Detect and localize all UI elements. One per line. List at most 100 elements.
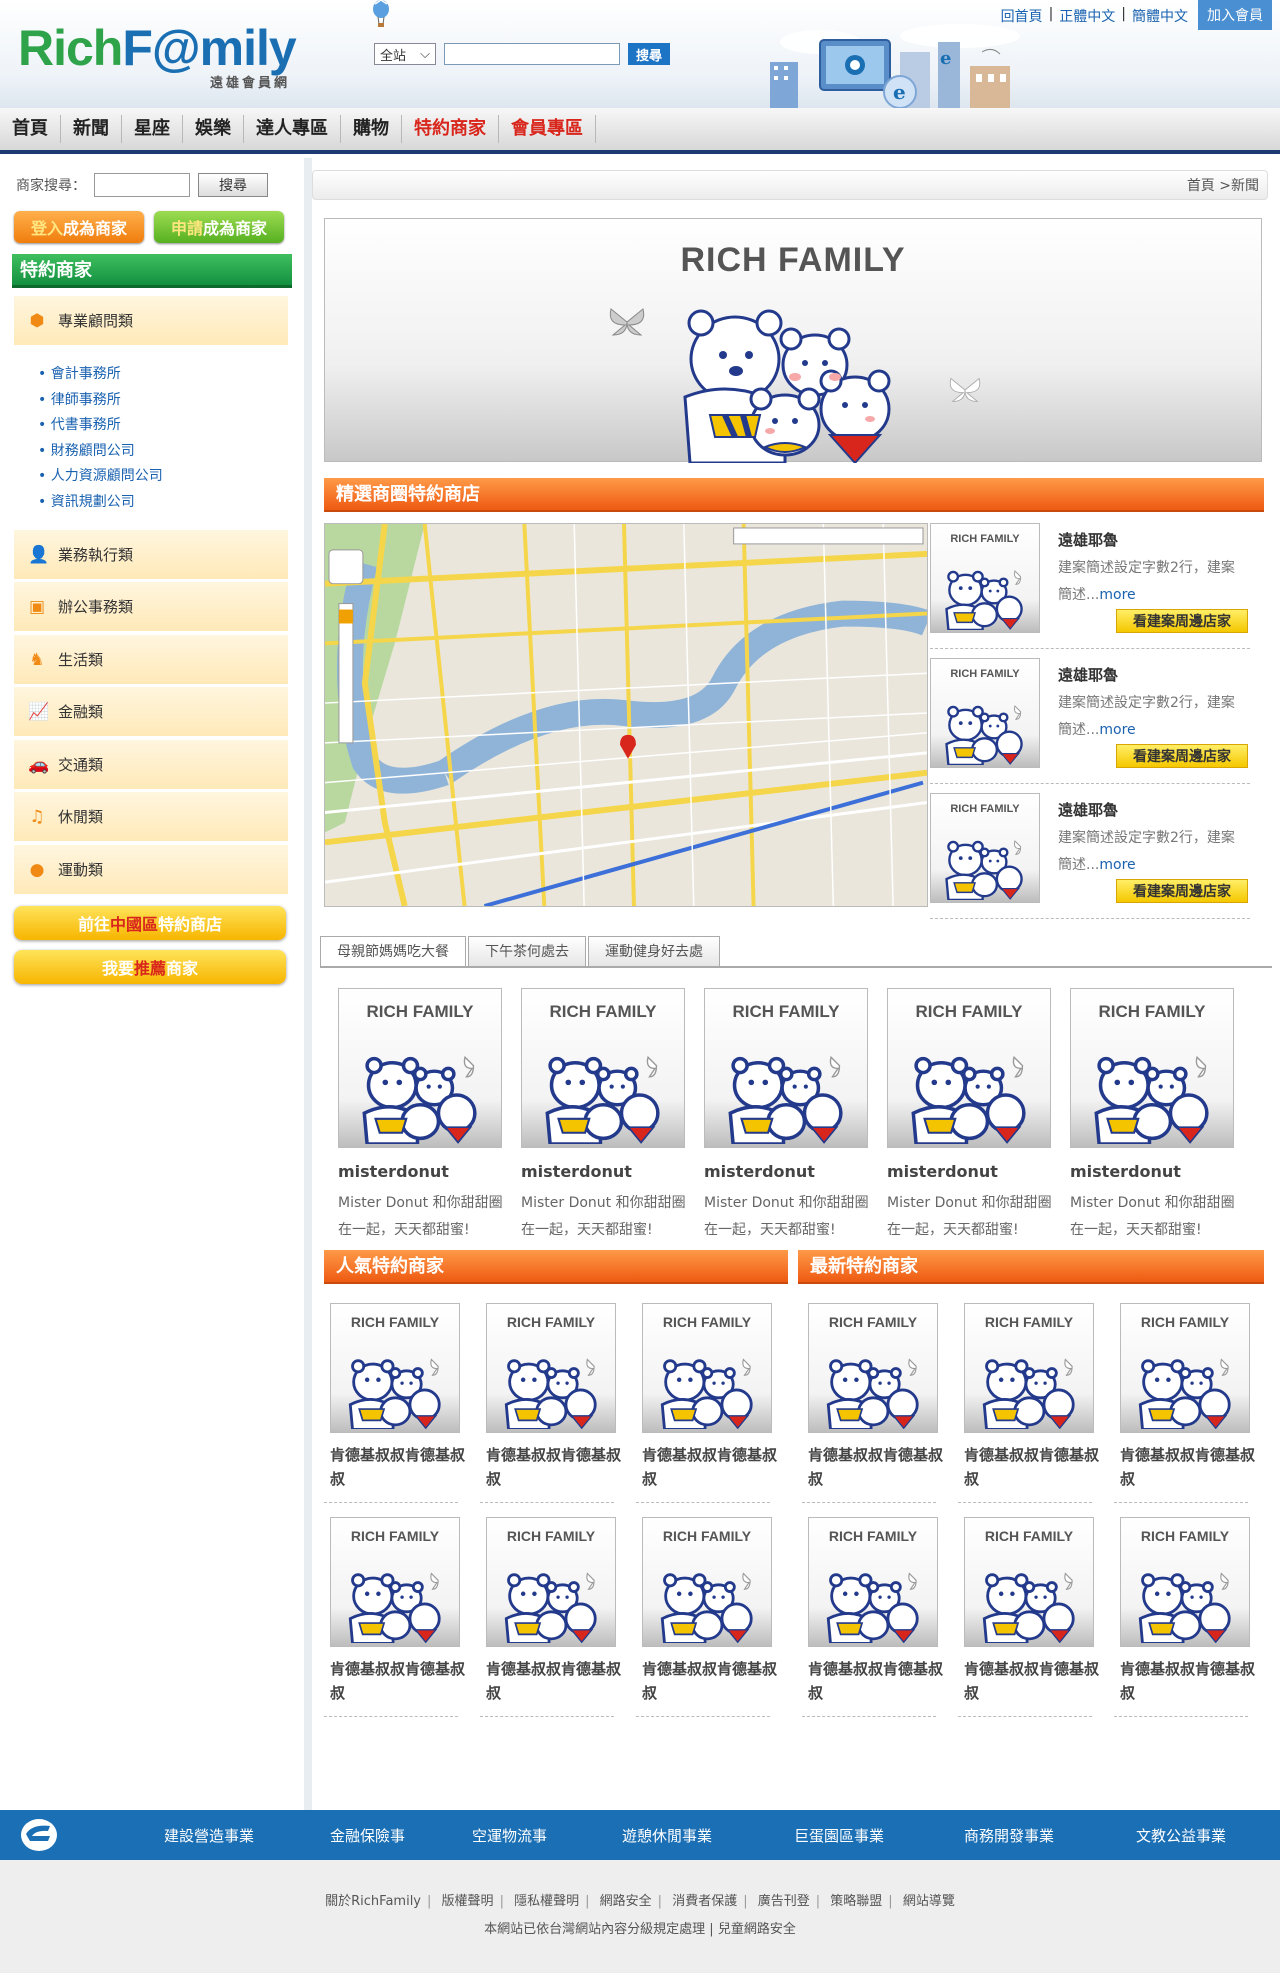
home-link[interactable]: 回首頁 [1001,6,1043,26]
nav-item-shopping[interactable]: 購物 [341,115,402,143]
apply-merchant-button[interactable]: 申請 成為商家 [154,211,284,243]
item-name[interactable]: 肯德基叔叔肯德基叔叔 [642,1657,778,1705]
nav-item-horoscope[interactable]: 星座 [122,115,183,143]
item-name[interactable]: 肯德基叔叔肯德基叔叔 [1120,1657,1256,1705]
item-thumbnail[interactable]: RICH FAMILY [1120,1303,1250,1433]
product-name[interactable]: misterdonut [1070,1162,1181,1181]
category-consulting[interactable]: ⬢ 專業顧問類 [14,296,288,346]
product-thumbnail[interactable]: RICH FAMILY [521,988,685,1148]
china-stores-button[interactable]: 前往 中國區 特約商店 [14,906,286,940]
popular-item[interactable]: RICH FAMILY 肯德基叔叔肯德基叔叔 [324,1517,465,1717]
product-name[interactable]: misterdonut [338,1162,449,1181]
category-transport[interactable]: 🚗 交通類 [14,740,288,790]
store-thumbnail[interactable]: RICH FAMILY [930,658,1040,768]
nav-item-member-area[interactable]: 會員專區 [499,115,596,143]
item-thumbnail[interactable]: RICH FAMILY [964,1517,1094,1647]
top-search-button[interactable]: 搜尋 [628,43,671,65]
item-name[interactable]: 肯德基叔叔肯德基叔叔 [486,1443,622,1491]
store-thumbnail[interactable]: RICH FAMILY [930,523,1040,633]
category-sports[interactable]: ● 運動類 [14,845,288,895]
sub-item-hr-consult[interactable]: 人力資源顧問公司 [38,464,288,490]
popular-item[interactable]: RICH FAMILY 肯德基叔叔肯德基叔叔 [324,1303,465,1503]
footer-cat-logistics[interactable]: 空運物流事 [472,1825,547,1846]
item-name[interactable]: 肯德基叔叔肯德基叔叔 [486,1657,622,1705]
tab-fitness[interactable]: 運動健身好去處 [588,936,720,966]
newest-item[interactable]: RICH FAMILY 肯德基叔叔肯德基叔叔 [1114,1303,1255,1503]
footer-link-security[interactable]: 網路安全 [600,1894,652,1909]
newest-item[interactable]: RICH FAMILY 肯德基叔叔肯德基叔叔 [958,1303,1099,1503]
newest-item[interactable]: RICH FAMILY 肯德基叔叔肯德基叔叔 [1114,1517,1255,1717]
sub-item-law[interactable]: 律師事務所 [38,388,288,414]
category-office[interactable]: ▣ 辦公事務類 [14,582,288,632]
item-name[interactable]: 肯德基叔叔肯德基叔叔 [642,1443,778,1491]
store-thumbnail[interactable]: RICH FAMILY [930,793,1040,903]
store-name[interactable]: 遠雄耶魯 [1058,529,1118,550]
item-name[interactable]: 肯德基叔叔肯德基叔叔 [808,1443,944,1491]
simplified-chinese-link[interactable]: 簡體中文 [1132,6,1188,26]
login-merchant-button[interactable]: 登入 成為商家 [14,211,144,243]
newest-item[interactable]: RICH FAMILY 肯德基叔叔肯德基叔叔 [802,1303,943,1503]
footer-link-ads[interactable]: 廣告刊登 [758,1894,810,1909]
store-name[interactable]: 遠雄耶魯 [1058,664,1118,685]
item-name[interactable]: 肯德基叔叔肯德基叔叔 [808,1657,944,1705]
join-member-button[interactable]: 加入會員 [1198,0,1272,30]
product-thumbnail[interactable]: RICH FAMILY [338,988,502,1148]
item-thumbnail[interactable]: RICH FAMILY [808,1517,938,1647]
item-thumbnail[interactable]: RICH FAMILY [486,1517,616,1647]
top-search-input[interactable] [444,43,620,65]
view-nearby-stores-button[interactable]: 看建案周邊店家 [1116,609,1248,633]
newest-item[interactable]: RICH FAMILY 肯德基叔叔肯德基叔叔 [802,1517,943,1717]
footer-link-consumer[interactable]: 消費者保護 [672,1894,737,1909]
item-thumbnail[interactable]: RICH FAMILY [964,1303,1094,1433]
popular-item[interactable]: RICH FAMILY 肯德基叔叔肯德基叔叔 [636,1517,777,1717]
product-thumbnail[interactable]: RICH FAMILY [1070,988,1234,1148]
footer-cat-construction[interactable]: 建設營造事業 [164,1825,254,1846]
newest-item[interactable]: RICH FAMILY 肯德基叔叔肯德基叔叔 [958,1517,1099,1717]
nav-item-partner-stores[interactable]: 特約商家 [402,115,499,143]
store-search-button[interactable]: 搜尋 [198,173,268,197]
store-search-input[interactable] [94,173,190,197]
sub-item-it-planning[interactable]: 資訊規劃公司 [38,490,288,516]
category-life[interactable]: ♞ 生活類 [14,635,288,685]
footer-link-about[interactable]: 關於RichFamily [325,1894,421,1909]
item-thumbnail[interactable]: RICH FAMILY [1120,1517,1250,1647]
more-link[interactable]: more [1099,587,1135,603]
store-map[interactable] [324,523,928,907]
more-link[interactable]: more [1099,722,1135,738]
nav-item-news[interactable]: 新聞 [61,115,122,143]
view-nearby-stores-button[interactable]: 看建案周邊店家 [1116,744,1248,768]
product-name[interactable]: misterdonut [704,1162,815,1181]
category-business[interactable]: 👤 業務執行類 [14,530,288,580]
footer-link-copyright[interactable]: 版權聲明 [442,1894,494,1909]
item-name[interactable]: 肯德基叔叔肯德基叔叔 [964,1657,1100,1705]
tab-afternoon-tea[interactable]: 下午茶何處去 [468,936,586,966]
sub-item-scrivener[interactable]: 代書事務所 [38,413,288,439]
item-thumbnail[interactable]: RICH FAMILY [330,1517,460,1647]
item-name[interactable]: 肯德基叔叔肯德基叔叔 [1120,1443,1256,1491]
view-nearby-stores-button[interactable]: 看建案周邊店家 [1116,879,1248,903]
product-thumbnail[interactable]: RICH FAMILY [887,988,1051,1148]
footer-cat-dome[interactable]: 巨蛋園區事業 [794,1825,884,1846]
store-item[interactable]: RICH FAMILY 遠雄耶魯 建案簡述設定字數2行，建案簡述...more … [930,793,1250,919]
category-finance[interactable]: 📈 金融類 [14,687,288,737]
recommend-merchant-button[interactable]: 我要 推薦 商家 [14,950,286,984]
traditional-chinese-link[interactable]: 正體中文 [1059,6,1115,26]
item-thumbnail[interactable]: RICH FAMILY [330,1303,460,1433]
footer-cat-leisure[interactable]: 遊憩休閒事業 [622,1825,712,1846]
footer-link-sitemap[interactable]: 網站導覽 [903,1894,955,1909]
footer-link-privacy[interactable]: 隱私權聲明 [514,1894,579,1909]
product-name[interactable]: misterdonut [521,1162,632,1181]
popular-item[interactable]: RICH FAMILY 肯德基叔叔肯德基叔叔 [480,1303,621,1503]
nav-item-experts[interactable]: 達人專區 [244,115,341,143]
sub-item-finance-consult[interactable]: 財務顧問公司 [38,439,288,465]
tab-mothers-day[interactable]: 母親節媽媽吃大餐 [320,936,466,966]
item-thumbnail[interactable]: RICH FAMILY [808,1303,938,1433]
site-scope-select[interactable]: 全站 ⌵ [374,43,436,65]
footer-cat-education[interactable]: 文教公益事業 [1136,1825,1226,1846]
store-item[interactable]: RICH FAMILY 遠雄耶魯 建案簡述設定字數2行，建案簡述...more … [930,523,1250,649]
store-item[interactable]: RICH FAMILY 遠雄耶魯 建案簡述設定字數2行，建案簡述...more … [930,658,1250,784]
site-logo[interactable]: RichF@mily 遠雄會員網 [18,22,297,91]
item-name[interactable]: 肯德基叔叔肯德基叔叔 [964,1443,1100,1491]
nav-item-home[interactable]: 首頁 [0,115,61,143]
product-thumbnail[interactable]: RICH FAMILY [704,988,868,1148]
